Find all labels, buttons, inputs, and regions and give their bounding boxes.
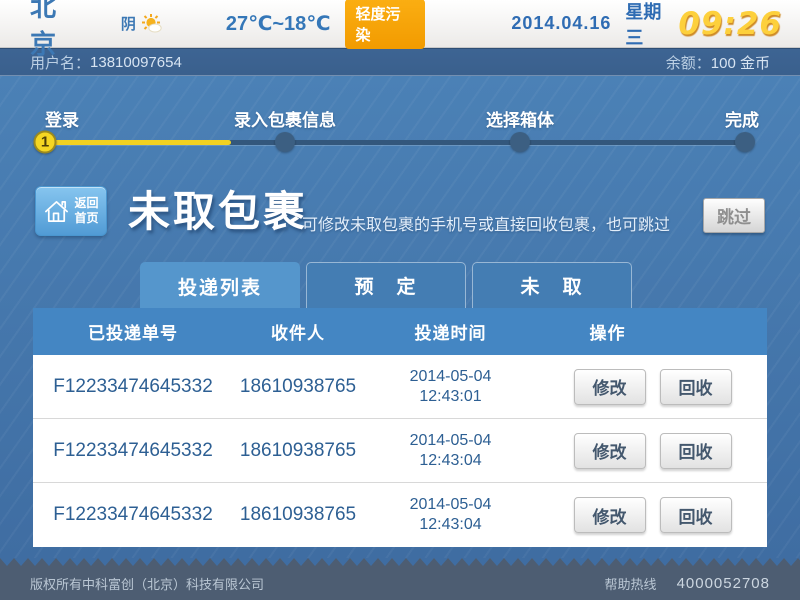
clock-label: 09:26 (678, 6, 782, 42)
city-label: 北京 (30, 0, 85, 61)
temperature-label: 27℃~18℃ (226, 11, 331, 36)
delivery-time-value: 2014-05-0412:43:04 (363, 431, 538, 471)
balance-value: 100 金币 (711, 52, 770, 73)
modify-button[interactable]: 修改 (574, 369, 646, 405)
weekday-label: 星期三 (625, 0, 678, 50)
recycle-button[interactable]: 回收 (660, 497, 732, 533)
zigzag-divider (0, 558, 800, 566)
table-row: F12233474645332 18610938765 2014-05-0412… (33, 419, 767, 483)
hotline-label: 帮助热线 (605, 574, 657, 593)
balance-label: 余额： (666, 52, 711, 73)
air-quality-badge: 轻度污染 (345, 0, 426, 49)
table-body: F12233474645332 18610938765 2014-05-0412… (33, 355, 767, 547)
step-label-select-box: 选择箱体 (486, 106, 554, 131)
main-panel: 登录 录入包裹信息 选择箱体 完成 1 返回 首页 未取包裹 可修改未取包裹的手… (0, 76, 800, 558)
tab-reserved[interactable]: 预 定 (306, 262, 466, 308)
table-row: F12233474645332 18610938765 2014-05-0412… (33, 483, 767, 547)
modify-button[interactable]: 修改 (574, 433, 646, 469)
step-dot-1-active: 1 (34, 131, 57, 154)
col-header-delivery-time: 投递时间 (363, 319, 538, 344)
recipient-value: 18610938765 (233, 376, 363, 398)
col-header-tracking-no: 已投递单号 (33, 319, 233, 344)
recycle-button[interactable]: 回收 (660, 433, 732, 469)
tab-delivery-list[interactable]: 投递列表 (140, 262, 300, 309)
hotline-number: 4000052708 (677, 575, 770, 592)
username-value: 13810097654 (90, 54, 182, 71)
delivery-time-value: 2014-05-0412:43:04 (363, 495, 538, 535)
back-home-button[interactable]: 返回 首页 (35, 186, 107, 236)
step-label-login: 登录 (45, 106, 79, 131)
recipient-value: 18610938765 (233, 440, 363, 462)
step-dot-2 (275, 132, 295, 152)
page-subtitle: 可修改未取包裹的手机号或直接回收包裹，也可跳过 (302, 211, 670, 235)
top-status-bar: 北京 阴 27℃~18℃ 轻度污染 2014.04.16 星期三 09:26 (0, 0, 800, 48)
footer-bar: 版权所有中科富创（北京）科技有限公司 帮助热线 4000052708 (0, 566, 800, 600)
weather-block: 阴 (121, 13, 164, 35)
home-icon (43, 198, 70, 225)
date-label: 2014.04.16 (511, 13, 611, 34)
step-dot-4 (735, 132, 755, 152)
col-header-actions: 操作 (538, 319, 767, 344)
step-label-enter-info: 录入包裹信息 (234, 106, 336, 131)
tab-bar: 投递列表 预 定 未 取 (140, 262, 632, 309)
back-home-label: 返回 首页 (74, 196, 98, 226)
user-info-bar: 用户名： 13810097654 余额： 100 金币 (0, 48, 800, 76)
recycle-button[interactable]: 回收 (660, 369, 732, 405)
kiosk-screen: 北京 阴 27℃~18℃ 轻度污染 2014.04.16 星期三 09:26 用… (0, 0, 800, 600)
col-header-recipient: 收件人 (233, 319, 363, 344)
tracking-no-value: F12233474645332 (33, 504, 233, 526)
step-label-done: 完成 (725, 106, 759, 131)
page-title: 未取包裹 (128, 178, 308, 239)
skip-button[interactable]: 跳过 (703, 198, 765, 233)
step-dot-3 (510, 132, 530, 152)
tracking-no-value: F12233474645332 (33, 440, 233, 462)
copyright-label: 版权所有中科富创（北京）科技有限公司 (30, 574, 264, 593)
progress-track (45, 140, 745, 145)
weather-label: 阴 (121, 13, 136, 34)
table-header: 已投递单号 收件人 投递时间 操作 (33, 308, 767, 355)
table-row: F12233474645332 18610938765 2014-05-0412… (33, 355, 767, 419)
delivery-time-value: 2014-05-0412:43:01 (363, 367, 538, 407)
tab-unclaimed[interactable]: 未 取 (472, 262, 632, 308)
tracking-no-value: F12233474645332 (33, 376, 233, 398)
progress-track-active (45, 140, 231, 145)
sun-cloud-icon (140, 13, 164, 35)
recipient-value: 18610938765 (233, 504, 363, 526)
modify-button[interactable]: 修改 (574, 497, 646, 533)
